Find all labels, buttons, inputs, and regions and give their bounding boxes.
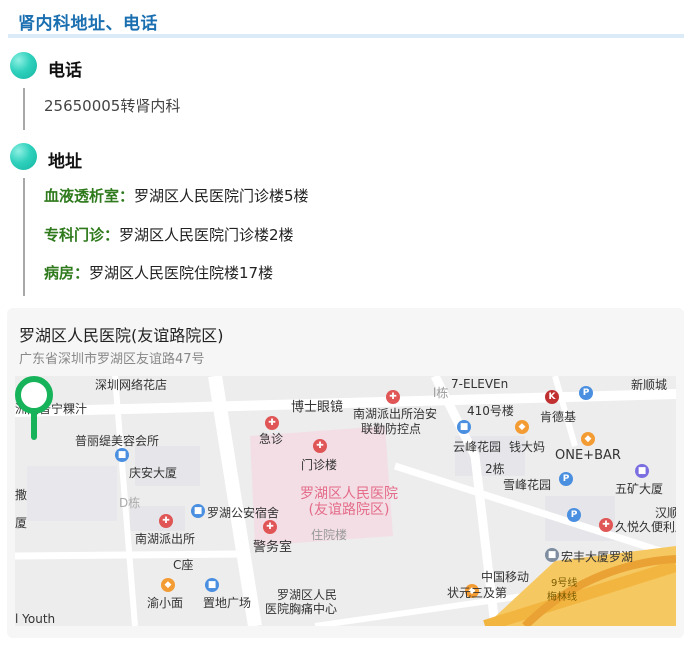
address-section-marker-icon	[10, 143, 37, 170]
map-poi-outpatient-icon: ✚	[313, 439, 327, 453]
map-poi[interactable]: 急诊	[259, 430, 283, 447]
map-poi[interactable]: 410号楼	[467, 402, 514, 419]
map-poi[interactable]: 厦	[15, 514, 27, 531]
map-poi[interactable]: D栋	[119, 494, 140, 511]
map-poi[interactable]: 2栋	[485, 460, 505, 477]
map-poi[interactable]: 梅林线	[547, 588, 577, 603]
map-poi[interactable]: 深圳网络花店	[95, 376, 167, 393]
map-poi-emergency-icon: ✚	[265, 416, 279, 430]
map-poi[interactable]: 久悦久便利店	[615, 518, 676, 535]
map-poi[interactable]: 钱大妈	[509, 438, 545, 455]
phone-section-line	[23, 88, 25, 130]
map-poi[interactable]: 9号线	[551, 574, 577, 589]
address-item-ward: 病房：罗湖区人民医院住院楼17楼	[44, 262, 273, 283]
map-poi-police-icon: ✚	[263, 520, 277, 534]
map-poi-building-icon: ■	[635, 464, 649, 478]
map-poi[interactable]: 住院楼	[311, 526, 347, 543]
address-section-line	[23, 178, 25, 296]
page-header: 肾内科地址、电话	[8, 0, 684, 38]
map-poi-building-icon: ■	[545, 548, 559, 562]
map-poi-shop-icon: ◆	[515, 420, 529, 434]
address-item-clinic: 专科门诊：罗湖区人民医院门诊楼2楼	[44, 224, 294, 245]
header-rule	[8, 34, 684, 38]
map-poi[interactable]: 云峰花园	[453, 438, 501, 455]
map-poi[interactable]: 普丽缇美容会所	[75, 432, 159, 449]
map-poi-mall-icon: ■	[205, 578, 219, 592]
map-poi[interactable]: 中国移动	[481, 568, 529, 585]
map-parking-icon: P	[579, 386, 593, 400]
map-view[interactable]: 深圳网络花店 ✚ 南湖派出所治安 联勤防控点 7-ELEVEn 410号楼 K …	[15, 376, 676, 626]
map-hospital-label-line: (友谊路院区)	[308, 502, 390, 518]
phone-section-title: 电话	[48, 61, 82, 81]
map-poi[interactable]: 南湖派出所	[135, 530, 195, 547]
map-poi-store-icon: ✚	[599, 518, 613, 532]
map-poi[interactable]: 庆安大厦	[129, 464, 177, 481]
map-parking-icon: P	[559, 472, 573, 486]
map-poi[interactable]: 状元三及第	[447, 584, 507, 601]
map-poi[interactable]: 肯德基	[540, 408, 576, 425]
map-card[interactable]: 罗湖区人民医院(友谊路院区) 广东省深圳市罗湖区友谊路47号 深圳网络花店 ✚ …	[7, 308, 684, 638]
map-poi[interactable]: l栋	[433, 384, 448, 401]
map-poi-building-icon: ■	[115, 448, 129, 462]
map-poi[interactable]: C座	[173, 556, 193, 573]
address-item-label: 血液透析室：	[44, 187, 135, 205]
map-location-address: 广东省深圳市罗湖区友谊路47号	[19, 352, 205, 367]
address-item-label: 专科门诊：	[44, 226, 120, 244]
map-poi[interactable]: 撒	[15, 486, 27, 503]
map-poi[interactable]: 罗湖公安宿舍	[207, 504, 279, 521]
map-poi[interactable]: 宏丰大厦罗湖	[561, 548, 633, 565]
address-item-value: 罗湖区人民医院门诊楼5楼	[134, 187, 309, 205]
map-poi[interactable]: 联勤防控点	[361, 420, 421, 437]
phone-section-marker-icon	[10, 52, 37, 79]
map-hospital-label-line: 罗湖区人民医院	[300, 486, 398, 502]
map-poi[interactable]: 新顺城	[631, 376, 667, 393]
map-poi[interactable]: l Youth	[15, 612, 55, 626]
map-location-name: 罗湖区人民医院(友谊路院区)	[19, 326, 224, 345]
map-parking-icon: P	[567, 508, 581, 522]
map-poi-restaurant-icon: ◆	[161, 578, 175, 592]
address-item-value: 罗湖区人民医院门诊楼2楼	[119, 226, 294, 244]
map-poi[interactable]: 置地广场	[203, 594, 251, 611]
map-poi[interactable]: 雪峰花园	[503, 476, 551, 493]
map-poi[interactable]: 7-ELEVEn	[451, 377, 508, 391]
map-poi[interactable]: 五矿大厦	[615, 480, 663, 497]
map-poi-kfc-icon: K	[545, 390, 559, 404]
map-poi[interactable]: 渝小面	[147, 594, 183, 611]
map-poi-police-icon: ✚	[386, 390, 400, 404]
phone-number[interactable]: 25650005转肾内科	[44, 95, 180, 116]
map-poi[interactable]: 门诊楼	[301, 456, 337, 473]
map-poi-building-icon: ■	[457, 420, 471, 434]
map-poi[interactable]: 警务室	[253, 536, 292, 555]
map-poi[interactable]: 医院胸痛中心	[265, 600, 337, 617]
page-title: 肾内科地址、电话	[18, 14, 158, 34]
address-item-label: 病房：	[44, 264, 90, 282]
map-poi[interactable]: 博士眼镜	[291, 396, 343, 415]
map-poi[interactable]: ONE+BAR	[555, 448, 621, 463]
map-poi-building-icon: ■	[191, 504, 205, 518]
map-hospital-label[interactable]: 罗湖区人民医院 (友谊路院区)	[300, 486, 398, 518]
address-item-dialysis: 血液透析室：罗湖区人民医院门诊楼5楼	[44, 185, 309, 206]
address-section-title: 地址	[48, 152, 82, 172]
map-pin-icon[interactable]	[15, 376, 53, 446]
address-item-value: 罗湖区人民医院住院楼17楼	[89, 264, 274, 282]
map-poi-bar-icon: ◆	[581, 432, 595, 446]
map-poi-police-icon: ✚	[159, 514, 173, 528]
